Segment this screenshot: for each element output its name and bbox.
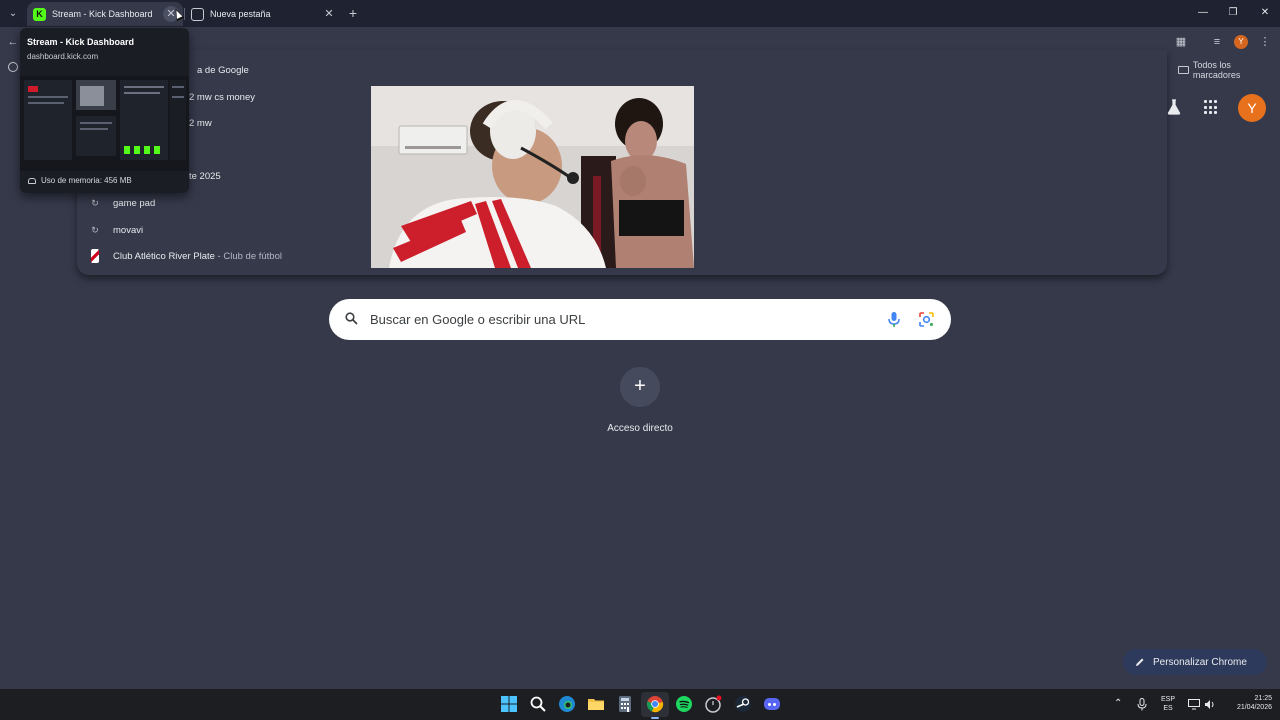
- network-icon[interactable]: [1188, 699, 1200, 710]
- extensions-puzzle-icon[interactable]: ▦: [1172, 33, 1190, 51]
- shortcut-label[interactable]: Acceso directo: [580, 423, 700, 434]
- settings-gear-icon[interactable]: [8, 62, 18, 72]
- hovercard-url: dashboard.kick.com: [27, 52, 99, 61]
- all-bookmarks-button[interactable]: Todos los marcadores: [1178, 60, 1280, 80]
- preview-image: [20, 76, 189, 171]
- labs-flask-icon[interactable]: [1167, 99, 1181, 115]
- suggestion-text: te 2025: [189, 170, 221, 182]
- tab-hover-card: Stream - Kick Dashboard dashboard.kick.c…: [20, 28, 189, 193]
- google-apps-grid-icon[interactable]: [1204, 100, 1219, 115]
- search-icon: [345, 312, 358, 325]
- microphone-icon[interactable]: [886, 311, 902, 328]
- pencil-icon: [1136, 658, 1144, 666]
- tab-new-tab[interactable]: Nueva pestaña ✕: [185, 2, 341, 26]
- suggestion-text: movavi: [113, 224, 144, 236]
- ntp-search-box[interactable]: [329, 299, 951, 340]
- hovercard-title: Stream - Kick Dashboard: [27, 37, 135, 47]
- media-control-icon[interactable]: ≡: [1208, 33, 1226, 51]
- memory-text: Uso de memoria: 456 MB: [41, 176, 132, 185]
- profile-avatar-small[interactable]: Y: [1234, 35, 1248, 49]
- search-input[interactable]: [370, 299, 870, 340]
- kick-icon: K: [33, 7, 46, 21]
- close-window-button[interactable]: ✕: [1250, 4, 1280, 22]
- clock-area[interactable]: 21:25 21/04/2026: [1222, 694, 1272, 712]
- webcam-image: [371, 86, 694, 268]
- suggestion-item[interactable]: ↻ a de Google: [77, 57, 1167, 83]
- tab-search-chevron-icon[interactable]: ⌄: [5, 6, 21, 22]
- chrome-icon[interactable]: [646, 695, 664, 713]
- customize-label: Personalizar Chrome: [1153, 656, 1247, 668]
- suggestion-text: Club Atlético River Plate - Club de fútb…: [113, 250, 282, 262]
- tray-chevron-icon[interactable]: ⌃: [1114, 699, 1122, 709]
- volume-icon[interactable]: [1204, 699, 1216, 710]
- maximize-button[interactable]: ❐: [1218, 4, 1248, 22]
- globe-icon: [191, 7, 204, 21]
- new-tab-plus-icon[interactable]: +: [345, 6, 361, 22]
- minimize-button[interactable]: —: [1188, 4, 1218, 22]
- suggestion-text: a de Google: [197, 64, 249, 76]
- bookmarks-label: Todos los marcadores: [1192, 60, 1241, 80]
- folder-icon: [1178, 66, 1189, 74]
- google-lens-icon[interactable]: [918, 311, 935, 328]
- language-code: ESP: [1160, 696, 1175, 703]
- menu-kebab-icon[interactable]: ⋮: [1256, 33, 1274, 51]
- tab-close-icon[interactable]: ✕: [321, 6, 337, 22]
- tab-preview-thumbnail: [20, 76, 189, 171]
- tab-kick-dashboard[interactable]: K Stream - Kick Dashboard ✕: [27, 2, 183, 26]
- edge-icon[interactable]: [558, 695, 576, 713]
- tray-microphone-icon[interactable]: [1137, 698, 1147, 711]
- river-plate-badge: [91, 249, 99, 263]
- chrome-active-indicator: [651, 717, 659, 719]
- suggestion-text: game pad: [113, 197, 156, 209]
- profile-avatar-large[interactable]: Y: [1238, 94, 1266, 122]
- clock-icon: ↻: [91, 198, 99, 208]
- language-indicator[interactable]: ESP ES: [1157, 695, 1179, 713]
- clock-app-icon[interactable]: [704, 695, 722, 713]
- clock-date: 21/04/2026: [1236, 704, 1272, 711]
- discord-icon[interactable]: [763, 695, 781, 713]
- tab-strip: ⌄ K Stream - Kick Dashboard ✕ Nueva pest…: [0, 0, 1280, 27]
- windows-taskbar: ⌃ ESP ES 21:25 21/04/2026: [0, 689, 1280, 720]
- tab-title: Nueva pestaña: [210, 9, 271, 19]
- suggestion-text: 2 mw cs money: [189, 91, 255, 103]
- customize-chrome-button[interactable]: Personalizar Chrome: [1123, 649, 1267, 675]
- tab-title: Stream - Kick Dashboard: [52, 9, 153, 19]
- calculator-icon[interactable]: [616, 695, 634, 713]
- steam-icon[interactable]: [734, 695, 752, 713]
- webcam-overlay: [371, 86, 694, 268]
- memory-usage: Uso de memoria: 456 MB: [28, 176, 132, 185]
- taskbar-search-icon[interactable]: [529, 695, 547, 713]
- keyboard-layout: ES: [1163, 705, 1173, 712]
- windows-start-icon[interactable]: [500, 695, 518, 713]
- add-shortcut-button[interactable]: +: [620, 367, 660, 407]
- clock-time: 21:25: [1254, 695, 1272, 702]
- file-explorer-icon[interactable]: [587, 695, 605, 713]
- memory-icon: [28, 177, 36, 184]
- spotify-icon[interactable]: [675, 695, 693, 713]
- suggestion-text: 2 mw: [189, 117, 212, 129]
- clock-icon: ↻: [91, 225, 99, 235]
